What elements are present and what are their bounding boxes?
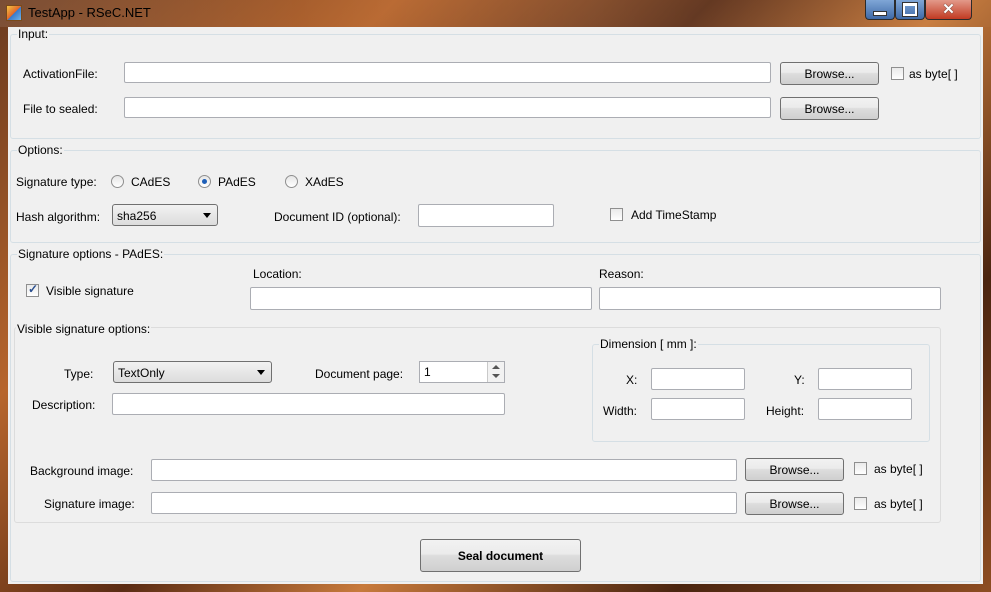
type-select[interactable]: TextOnly	[113, 361, 272, 383]
activation-browse-button[interactable]: Browse...	[780, 62, 879, 85]
x-label: X:	[626, 373, 638, 387]
activation-as-byte-checkbox[interactable]	[891, 67, 904, 80]
minimize-icon	[873, 11, 887, 16]
document-id-input[interactable]	[418, 204, 554, 227]
spin-down-icon	[492, 374, 500, 378]
minimize-button[interactable]	[865, 0, 895, 20]
activation-file-label: ActivationFile:	[23, 67, 98, 81]
signature-options-label: Signature options - PAdES:	[17, 247, 165, 261]
activation-file-input[interactable]	[124, 62, 771, 83]
app-icon	[6, 5, 22, 21]
file-browse-button[interactable]: Browse...	[780, 97, 879, 120]
width-input[interactable]	[651, 398, 745, 420]
x-input[interactable]	[651, 368, 745, 390]
pades-label: PAdES	[218, 175, 256, 189]
main-form: Input: ActivationFile: Browse... as byte…	[8, 27, 983, 584]
visible-signature-options-label: Visible signature options:	[16, 322, 152, 336]
document-id-label: Document ID (optional):	[274, 210, 401, 224]
close-icon: ✕	[942, 1, 955, 18]
signature-image-as-byte-label: as byte[ ]	[874, 497, 923, 511]
background-browse-button[interactable]: Browse...	[745, 458, 844, 481]
width-label: Width:	[603, 404, 638, 418]
type-label: Type:	[64, 367, 94, 381]
location-label: Location:	[253, 267, 302, 281]
reason-label: Reason:	[599, 267, 644, 281]
document-page-label: Document page:	[315, 367, 404, 381]
chevron-down-icon	[203, 213, 211, 218]
signature-image-as-byte-checkbox[interactable]	[854, 497, 867, 510]
activation-as-byte-label: as byte[ ]	[909, 67, 958, 81]
hash-algorithm-label: Hash algorithm:	[16, 210, 101, 224]
height-input[interactable]	[818, 398, 912, 420]
input-group-label: Input:	[17, 27, 50, 41]
maximize-icon	[902, 2, 918, 17]
document-page-value: 1	[424, 365, 431, 379]
pades-radio[interactable]	[198, 175, 211, 188]
background-image-label: Background image:	[30, 464, 134, 478]
y-label: Y:	[794, 373, 805, 387]
description-label: Description:	[32, 398, 96, 412]
signature-image-label: Signature image:	[44, 497, 135, 511]
location-input[interactable]	[250, 287, 592, 310]
dimension-label: Dimension [ mm ]:	[599, 337, 698, 351]
description-input[interactable]	[112, 393, 505, 415]
y-input[interactable]	[818, 368, 912, 390]
options-group-label: Options:	[17, 143, 64, 157]
add-timestamp-checkbox[interactable]	[610, 208, 623, 221]
seal-document-button[interactable]: Seal document	[420, 539, 581, 572]
reason-input[interactable]	[599, 287, 941, 310]
title-bar[interactable]: TestApp - RSeC.NET ✕	[0, 0, 991, 27]
hash-algorithm-select[interactable]: sha256	[112, 204, 218, 226]
add-timestamp-label: Add TimeStamp	[631, 208, 717, 222]
signature-image-browse-button[interactable]: Browse...	[745, 492, 844, 515]
xades-radio[interactable]	[285, 175, 298, 188]
xades-label: XAdES	[305, 175, 344, 189]
type-value: TextOnly	[118, 366, 165, 380]
signature-type-label: Signature type:	[16, 175, 97, 189]
spin-up-icon	[492, 365, 500, 369]
cades-radio[interactable]	[111, 175, 124, 188]
height-label: Height:	[766, 404, 805, 418]
options-group: Options:	[10, 143, 981, 243]
background-image-input[interactable]	[151, 459, 737, 481]
cades-label: CAdES	[131, 175, 171, 189]
file-to-seal-label: File to sealed:	[23, 102, 98, 116]
background-as-byte-label: as byte[ ]	[874, 462, 923, 476]
file-to-seal-input[interactable]	[124, 97, 771, 118]
signature-image-input[interactable]	[151, 492, 737, 514]
visible-signature-label: Visible signature	[46, 284, 134, 298]
chevron-down-icon	[257, 370, 265, 375]
input-group: Input:	[10, 27, 981, 139]
dimension-group: Dimension [ mm ]:	[592, 337, 930, 442]
window-title: TestApp - RSeC.NET	[28, 5, 151, 20]
background-as-byte-checkbox[interactable]	[854, 462, 867, 475]
hash-algorithm-value: sha256	[117, 209, 157, 223]
visible-signature-checkbox[interactable]	[26, 282, 39, 297]
close-button[interactable]: ✕	[925, 0, 972, 20]
maximize-button[interactable]	[895, 0, 925, 20]
document-page-stepper[interactable]: 1	[419, 361, 505, 383]
page-spin-buttons[interactable]	[487, 362, 504, 382]
